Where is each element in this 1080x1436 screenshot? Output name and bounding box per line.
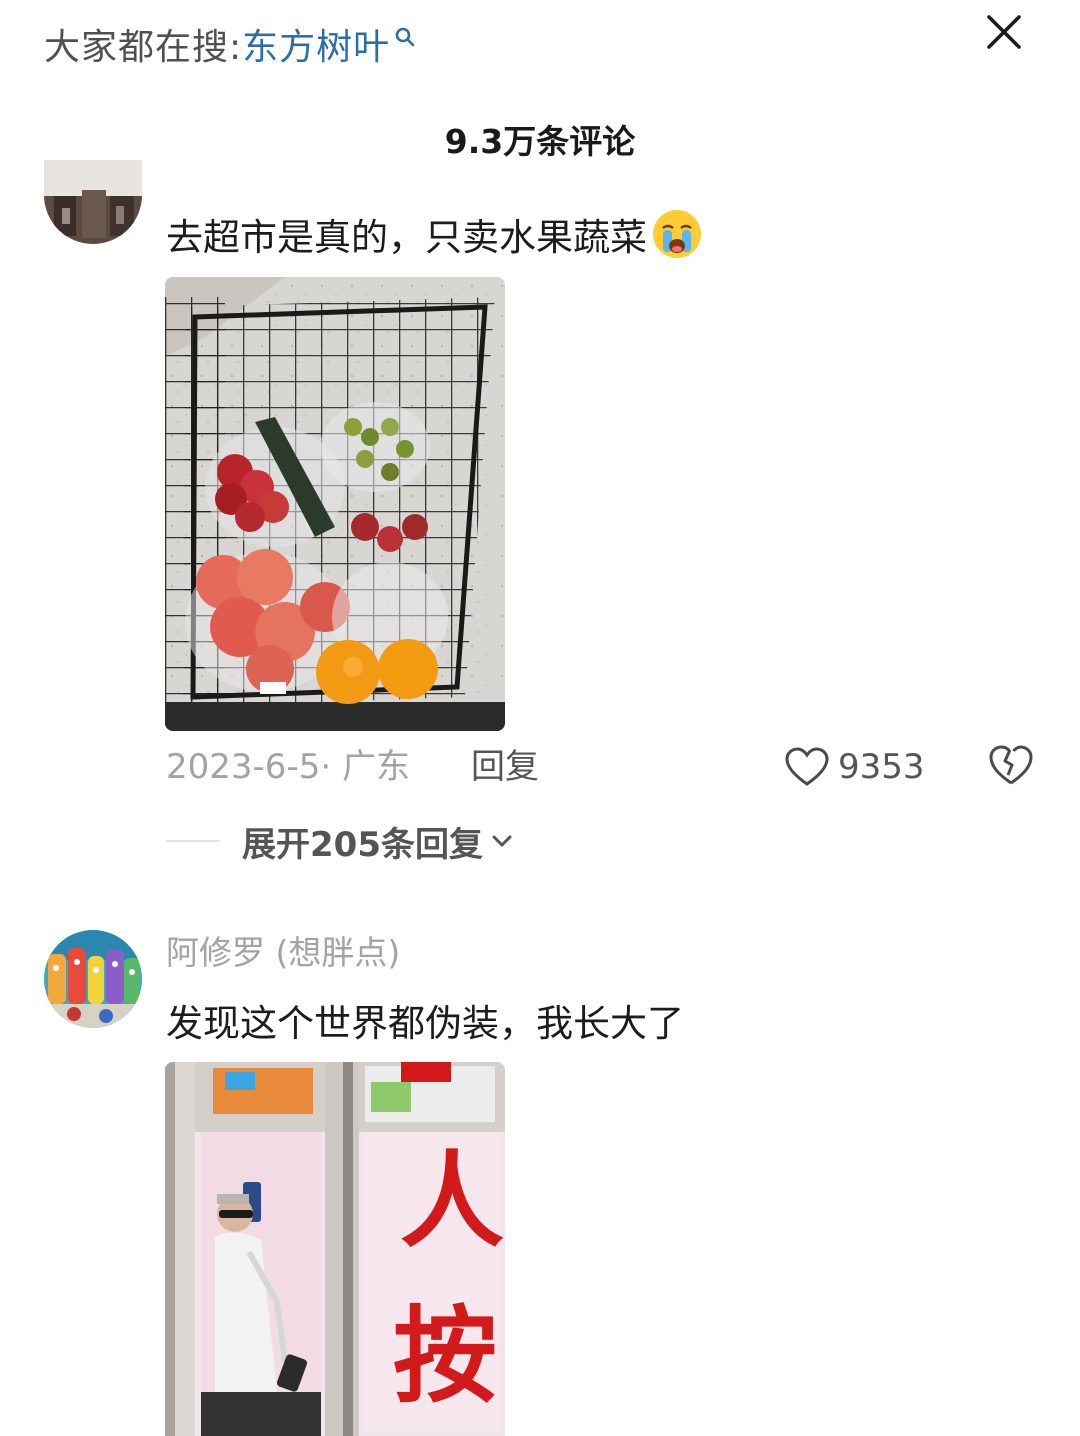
close-icon (987, 15, 1021, 49)
comment-sheet: 大家都在搜: 东方树叶 9.3万条评论 去超市是真的，只卖水果蔬菜 2023-6… (0, 0, 1080, 1436)
username[interactable]: 阿修罗 (想胖点) (166, 926, 400, 980)
sign-character-1: 人 (400, 1140, 504, 1262)
crying-face-emoji (651, 208, 703, 260)
search-icon (395, 27, 415, 47)
like-button[interactable]: 9353 (784, 738, 925, 796)
expand-replies-label: 展开205条回复 (242, 824, 483, 865)
expand-replies-button[interactable]: 展开205条回复 (166, 812, 513, 870)
dislike-button[interactable] (988, 743, 1036, 791)
broken-heart-icon (989, 745, 1033, 785)
divider (166, 840, 220, 842)
search-suggestion-prefix: 大家都在搜: (44, 27, 243, 68)
comment-photo-shopping-cart[interactable] (165, 277, 505, 731)
chevron-down-icon (491, 834, 513, 848)
comment-text-content: 去超市是真的，只卖水果蔬菜 (166, 216, 647, 259)
comment-text: 发现这个世界都伪装，我长大了 (166, 990, 684, 1050)
avatar[interactable] (44, 160, 142, 244)
avatar[interactable] (44, 930, 142, 1028)
heart-icon (785, 747, 829, 786)
comment-count-title: 9.3万条评论 (444, 122, 636, 161)
comment-text-content: 发现这个世界都伪装，我长大了 (166, 1002, 684, 1045)
comment-text: 去超市是真的，只卖水果蔬菜 (166, 204, 703, 264)
comment-date-location: 2023-6-5· 广东 (166, 747, 410, 787)
comment-meta: 2023-6-5· 广东 回复 9353 (166, 738, 1036, 796)
like-count: 9353 (838, 747, 925, 787)
sign-character-2: 按 (393, 1295, 497, 1417)
comment-photo-massage-chair[interactable]: 人 按 (165, 1062, 505, 1436)
reply-button[interactable]: 回复 (471, 738, 539, 796)
search-suggestion-term[interactable]: 东方树叶 (242, 18, 390, 70)
search-suggestion[interactable]: 大家都在搜: 东方树叶 (44, 14, 416, 74)
close-button[interactable] (978, 6, 1030, 58)
